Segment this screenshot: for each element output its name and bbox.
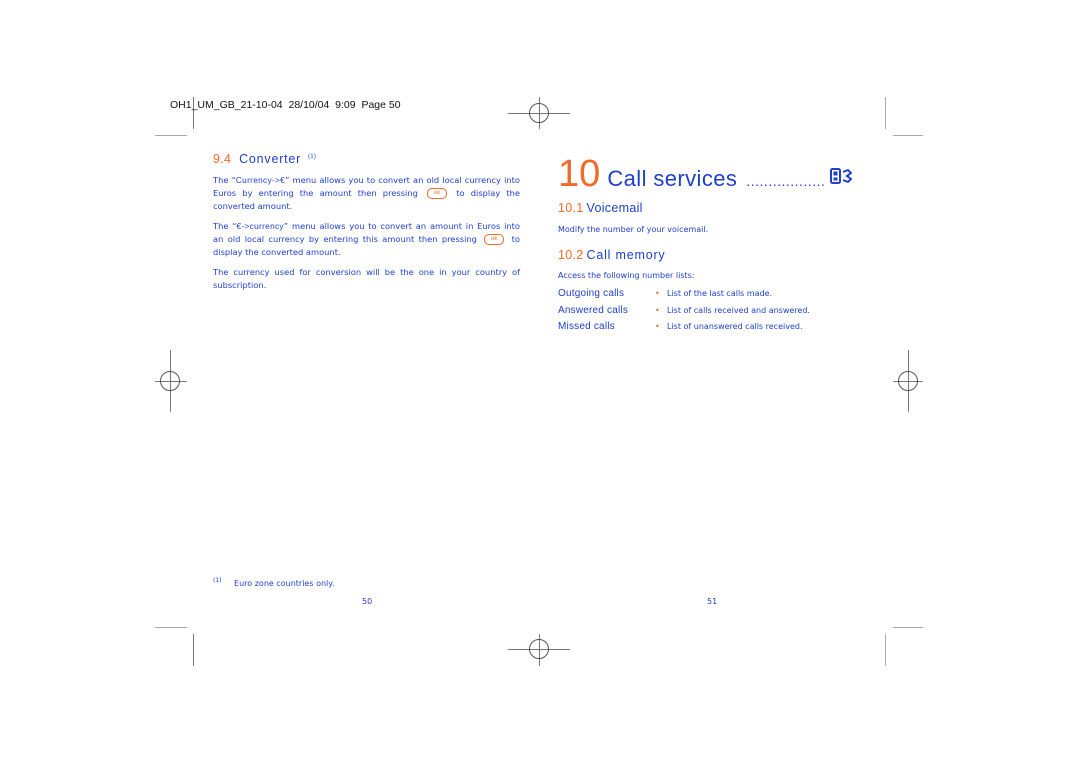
bullet-icon: • [655,289,660,298]
ok-key-icon: ok [427,188,448,199]
section-number: 10.2 [558,248,584,262]
list-item-description: List of calls received and answered. [667,305,810,315]
bullet-icon: • [655,305,660,315]
footnote: (1) Euro zone countries only. [213,577,334,588]
section-title: Call memory [586,248,666,262]
menu-name: Currency->€ [235,175,286,185]
list-item: Missed calls • List of unanswered calls … [558,318,810,334]
menu-name: €->currency [236,221,284,231]
voicemail-description: Modify the number of your voicemail. [558,225,709,234]
list-item: Outgoing calls • List of the last calls … [558,285,810,302]
section-number: 9.4 [213,152,232,166]
paragraph-euro-to-currency: The “€->currency” menu allows you to con… [213,221,520,257]
crop-mark [885,634,886,666]
bullet-icon: • [655,321,660,331]
page-number-left: 50 [362,597,373,606]
print-slug: OH1_UM_GB_21-10-04 28/10/04 9:09 Page 50 [170,99,401,111]
call-memory-list: Outgoing calls • List of the last calls … [558,285,810,334]
footnote-text: Euro zone countries only. [234,578,335,588]
crop-mark [193,634,194,666]
section-heading-call-memory: 10.2 Call memory [558,248,665,262]
crop-mark [155,135,187,136]
list-item-label: Answered calls [558,304,629,316]
list-item-label: Outgoing calls [558,288,625,299]
chapter-number: 10 [558,153,601,195]
chapter-heading: 10 Call services .................. [558,153,854,195]
page-number-right: 51 [707,597,718,606]
crop-mark [885,97,886,129]
list-item-description: List of unanswered calls received. [667,321,803,331]
chapter-title: Call services [607,166,738,191]
crop-mark [893,135,923,136]
section-title: Converter [239,152,302,166]
paragraph-currency-to-euro: The “Currency->€” menu allows you to con… [213,175,521,211]
call-memory-intro: Access the following number lists: [558,271,695,280]
section-title: Voicemail [586,201,643,215]
section-heading-voicemail: 10.1 Voicemail [558,201,643,215]
footnote-ref: (1) [307,153,317,160]
crop-mark [155,627,187,628]
ok-key-icon: ok [484,234,505,245]
footnote-marker: (1) [213,577,222,584]
list-item-label: Missed calls [558,320,615,332]
list-item-description: List of the last calls made. [667,289,773,298]
section-number: 10.1 [558,201,584,215]
crop-mark [893,627,923,628]
phone-keypad-icon [830,168,854,188]
section-heading-converter: 9.4 Converter (1) [213,152,316,166]
chapter-leader-dots: .................. [746,173,826,189]
paragraph-conversion-note: The currency used for conversion will be… [213,267,520,290]
list-item: Answered calls • List of calls received … [558,302,810,318]
